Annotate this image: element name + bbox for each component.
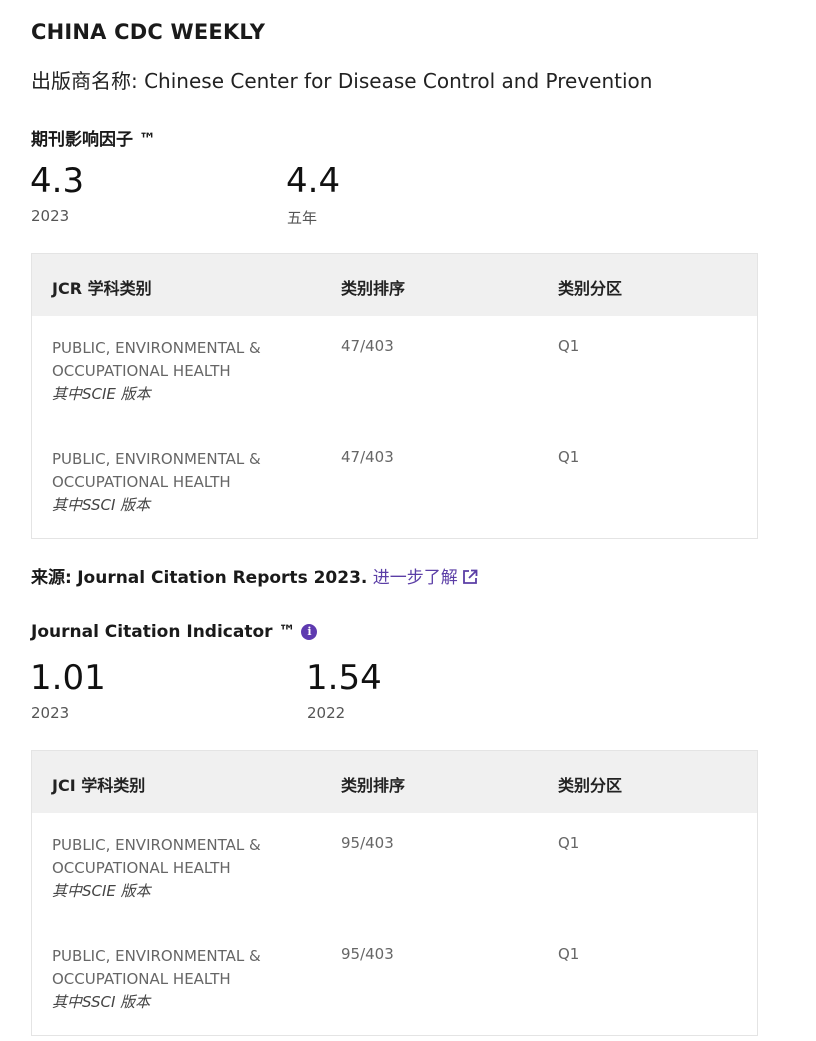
category-name-line1: PUBLIC, ENVIRONMENTAL & [52,339,261,357]
impact-factor-title: 期刊影响因子 ™ [31,130,156,150]
learn-more-label: 进一步了解 [372,568,458,588]
jci-year-2022: 2022 [307,704,346,722]
journal-title: CHINA CDC WEEKLY [31,20,266,44]
table-row: PUBLIC, ENVIRONMENTAL & OCCUPATIONAL HEA… [32,316,757,427]
five-year-impact-factor-value: 4.4 [286,161,341,201]
category-name-line1: PUBLIC, ENVIRONMENTAL & [52,836,261,854]
info-icon[interactable]: i [301,624,318,640]
edition-label: 其中SCIE 版本 [52,882,151,900]
external-link-icon [462,569,478,590]
jcr-category-table: JCR 学科类别 类别排序 类别分区 PUBLIC, ENVIRONMENTAL… [31,253,758,539]
category-name-line2: OCCUPATIONAL HEALTH [52,473,231,491]
table-row: PUBLIC, ENVIRONMENTAL & OCCUPATIONAL HEA… [32,924,757,1035]
source-line: 来源: Journal Citation Reports 2023. 进一步了解 [31,563,478,590]
learn-more-link[interactable]: 进一步了解 [373,568,478,588]
edition-label: 其中SCIE 版本 [52,385,151,403]
category-name-line2: OCCUPATIONAL HEALTH [52,362,231,380]
category-rank: 95/403 [341,834,394,852]
source-label: 来源: [31,568,72,588]
category-cell: PUBLIC, ENVIRONMENTAL & OCCUPATIONAL HEA… [52,945,261,1014]
jci-category-table: JCI 学科类别 类别排序 类别分区 PUBLIC, ENVIRONMENTAL… [31,750,758,1036]
jci-title-row: Journal Citation Indicator ™ i [31,622,318,642]
table-row: PUBLIC, ENVIRONMENTAL & OCCUPATIONAL HEA… [32,427,757,538]
jcr-table-header: JCR 学科类别 类别排序 类别分区 [32,254,757,316]
jcr-header-rank: 类别排序 [341,279,406,298]
jcr-header-category: JCR 学科类别 [52,279,152,298]
source-text: Journal Citation Reports 2023. [77,568,368,588]
category-cell: PUBLIC, ENVIRONMENTAL & OCCUPATIONAL HEA… [52,834,261,903]
category-cell: PUBLIC, ENVIRONMENTAL & OCCUPATIONAL HEA… [52,337,261,406]
impact-factor-value: 4.3 [30,161,85,201]
edition-label: 其中SSCI 版本 [52,496,151,514]
jcr-header-quartile: 类别分区 [558,279,623,298]
category-quartile: Q1 [558,337,580,355]
jci-table-header: JCI 学科类别 类别排序 类别分区 [32,751,757,813]
category-quartile: Q1 [558,834,580,852]
five-year-label: 五年 [287,209,318,227]
category-rank: 95/403 [341,945,394,963]
jci-value-2023: 1.01 [30,658,106,698]
jci-header-category: JCI 学科类别 [52,776,146,795]
category-name-line1: PUBLIC, ENVIRONMENTAL & [52,450,261,468]
jci-header-quartile: 类别分区 [558,776,623,795]
publisher-name: 出版商名称: Chinese Center for Disease Contro… [31,69,653,93]
table-row: PUBLIC, ENVIRONMENTAL & OCCUPATIONAL HEA… [32,813,757,924]
jci-title: Journal Citation Indicator ™ [31,622,296,642]
edition-label: 其中SSCI 版本 [52,993,151,1011]
category-rank: 47/403 [341,448,394,466]
category-quartile: Q1 [558,448,580,466]
category-name-line2: OCCUPATIONAL HEALTH [52,859,231,877]
category-quartile: Q1 [558,945,580,963]
impact-factor-year: 2023 [31,207,70,225]
jci-year-2023: 2023 [31,704,70,722]
category-rank: 47/403 [341,337,394,355]
category-cell: PUBLIC, ENVIRONMENTAL & OCCUPATIONAL HEA… [52,448,261,517]
category-name-line2: OCCUPATIONAL HEALTH [52,970,231,988]
category-name-line1: PUBLIC, ENVIRONMENTAL & [52,947,261,965]
jci-value-2022: 1.54 [306,658,382,698]
jci-header-rank: 类别排序 [341,776,406,795]
